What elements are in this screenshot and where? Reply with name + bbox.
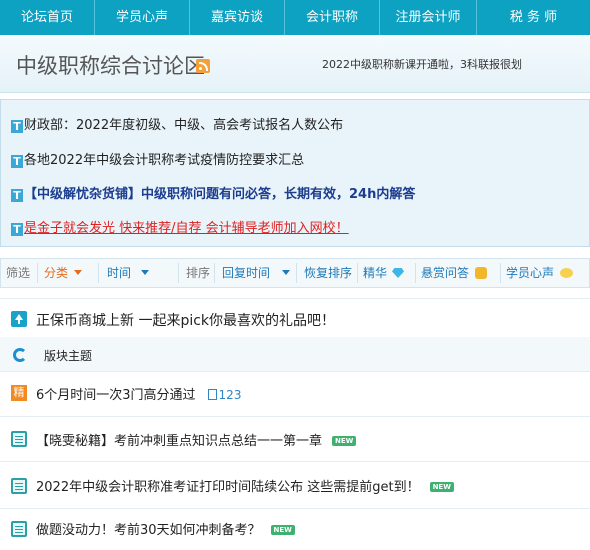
thread-pages[interactable]: 123 [207,388,242,402]
nav-item-cpa[interactable]: 注册会计师 [380,0,477,35]
forum-title: 中级职称综合讨论区 [16,54,205,78]
topic-t-icon: T [11,120,23,133]
student-voice-button[interactable]: 学员心声 [506,259,574,287]
new-badge: NEW [270,525,295,535]
nav-item-accounting-title[interactable]: 会计职称 [285,0,380,35]
featured-label: 精华 [363,266,388,280]
gem-icon [392,268,405,278]
sort-label: 排序 [186,266,211,280]
thread-row[interactable]: 精 6个月时间一次3门高分通过 123 [0,372,590,417]
notice-item[interactable]: T 各地2022年中级会计职称考试疫情防控要求汇总 [11,151,304,171]
nav-item-tax-advisor[interactable]: 税 务 师 [477,0,590,35]
reply-time-label: 回复时间 [222,266,271,280]
new-badge: NEW [429,482,454,492]
forum-header: 中级职称综合讨论区 2022中级职称新课开通啦，3科联报很划 [0,36,590,93]
topic-t-icon: T [11,155,23,168]
notice-box: T 财政部：2022年度初级、中级、高会考试报名人数公布 T 各地2022年中级会计… [0,99,590,247]
notice-item[interactable]: T 财政部：2022年度初级、中级、高会考试报名人数公布 [11,116,343,136]
page-icon [207,389,217,400]
refresh-icon[interactable] [13,348,27,362]
bounty-qa-button[interactable]: 悬赏问答 [421,259,488,287]
thread-title[interactable]: 6个月时间一次3门高分通过 [36,388,196,403]
thread-doc-icon [11,431,27,447]
thread-row[interactable]: 【晓雯秘籍】考前冲刺重点知识点总结一一第一章 NEW [0,417,590,462]
upload-arrow-icon [11,311,27,327]
chevron-down-icon [282,270,291,275]
thread-doc-icon [11,521,27,537]
thread-title[interactable]: 2022年中级会计职称准考证打印时间陆续公布 这些需提前get到！ [36,480,420,495]
new-badge: NEW [332,436,357,446]
category-dropdown[interactable]: 分类 [44,259,83,287]
filter-bar: 筛选 分类 时间 排序 回复时间 恢复排序 精华 悬赏问答 学员心声 [0,258,590,288]
section-header: 版块主题 [0,337,590,372]
rss-icon[interactable] [196,59,210,73]
thread-row[interactable]: 2022年中级会计职称准考证打印时间陆续公布 这些需提前get到！ NEW [0,462,590,509]
notice-text[interactable]: 是金子就会发光 快来推荐/自荐 会计辅导老师加入网校！ [24,221,349,236]
thread-title-wrap: 【晓雯秘籍】考前冲刺重点知识点总结一一第一章 NEW [36,430,357,449]
notice-text[interactable]: 财政部：2022年度初级、中级、高会考试报名人数公布 [24,118,343,133]
page-numbers[interactable]: 123 [219,388,242,402]
featured-jing-icon: 精 [11,385,27,401]
nav-item-forum-home[interactable]: 论坛首页 [0,0,95,35]
chevron-down-icon [141,270,150,275]
thread-title-wrap: 6个月时间一次3门高分通过 123 [36,384,241,403]
topic-t-icon: T [11,189,23,202]
restore-sort-button[interactable]: 恢复排序 [304,259,352,287]
notice-item[interactable]: T 【中级解忧杂货铺】中级职称问题有问必答，长期有效，24h内解答 [11,185,415,205]
notice-text[interactable]: 【中级解忧杂货铺】中级职称问题有问必答，长期有效，24h内解答 [24,187,415,202]
chat-bubble-icon [560,268,574,278]
nav-item-guest-interview[interactable]: 嘉宾访谈 [190,0,285,35]
featured-filter-button[interactable]: 精华 [363,259,405,287]
money-bag-icon [475,267,488,279]
marquee-link[interactable]: 2022中级职称新课开通啦，3科联报很划 [322,56,527,72]
section-label: 版块主题 [44,349,93,363]
thread-title[interactable]: 【晓雯秘籍】考前冲刺重点知识点总结一一第一章 [36,434,322,449]
reply-time-dropdown[interactable]: 回复时间 [222,259,291,287]
thread-title-wrap: 2022年中级会计职称准考证打印时间陆续公布 这些需提前get到！ NEW [36,476,454,495]
time-label: 时间 [107,266,132,280]
filter-label: 筛选 [6,266,31,280]
thread-row[interactable]: 做题没动力！考前30天如何冲刺备考？ NEW [0,509,590,550]
notice-item[interactable]: T 是金子就会发光 快来推荐/自荐 会计辅导老师加入网校！ [11,219,349,239]
thread-title[interactable]: 做题没动力！考前30天如何冲刺备考？ [36,523,261,538]
topic-t-icon: T [11,223,23,236]
student-voice-label: 学员心声 [506,266,555,280]
nav-item-student-voice[interactable]: 学员心声 [95,0,190,35]
category-label: 分类 [44,266,69,280]
top-nav: 论坛首页 学员心声 嘉宾访谈 会计职称 注册会计师 税 务 师 [0,0,590,35]
time-dropdown[interactable]: 时间 [107,259,150,287]
chevron-down-icon [74,270,83,275]
thread-doc-icon [11,478,27,494]
thread-title-wrap: 做题没动力！考前30天如何冲刺备考？ NEW [36,519,295,538]
bounty-label: 悬赏问答 [421,266,470,280]
notice-text[interactable]: 各地2022年中级会计职称考试疫情防控要求汇总 [24,153,304,168]
announcement-text[interactable]: 正保币商城上新 一起来pick你最喜欢的礼品吧！ [36,310,335,330]
announcement-row[interactable]: 正保币商城上新 一起来pick你最喜欢的礼品吧！ [0,298,590,338]
